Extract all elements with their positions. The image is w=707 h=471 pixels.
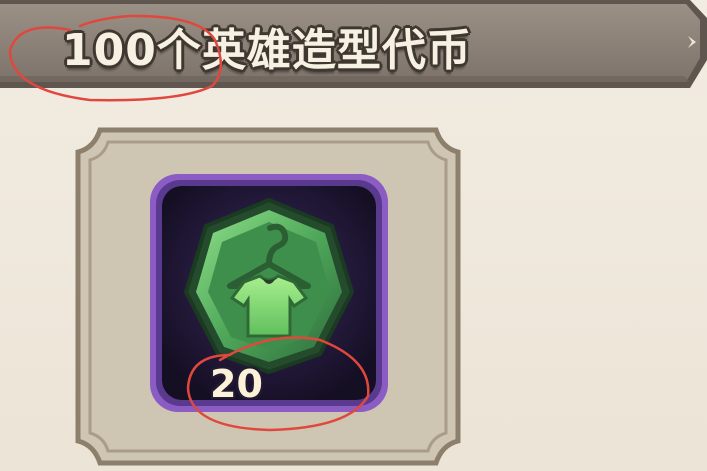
reward-panel: 100个英雄造型代币 20 xyxy=(0,0,707,471)
banner-title: 100个英雄造型代币 xyxy=(62,25,472,76)
title-banner: 100个英雄造型代币 xyxy=(0,0,707,92)
item-quantity: 20 xyxy=(210,362,263,406)
reward-item-card[interactable] xyxy=(70,122,466,471)
item-frame xyxy=(75,127,461,466)
